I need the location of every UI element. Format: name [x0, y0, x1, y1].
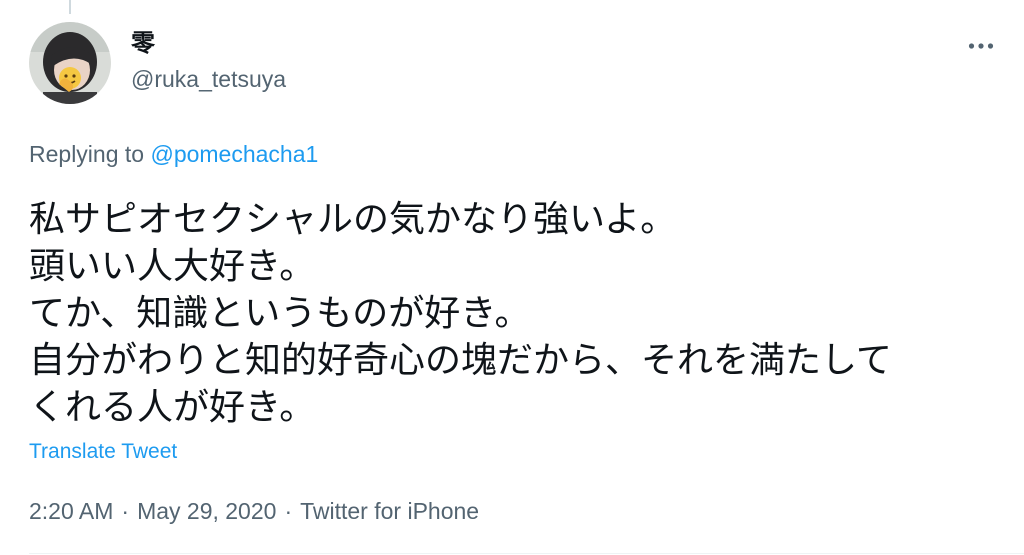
author-handle[interactable]: @ruka_tetsuya [131, 64, 286, 94]
tweet-text-line: 自分がわりと知的好奇心の塊だから、それを満たして [29, 339, 892, 380]
tweet-metadata: 2:20 AM · May 29, 2020 · Twitter for iPhone [29, 496, 479, 526]
avatar-photo-icon [29, 22, 111, 104]
author-display-name[interactable]: 零 [131, 29, 155, 59]
tweet-text-line: くれる人が好き。 [29, 386, 316, 427]
replying-to-mention-link[interactable]: @pomechacha1 [150, 141, 318, 167]
replying-to-line: Replying to @pomechacha1 [29, 139, 318, 169]
tweet-text: 私サピオセクシャルの気かなり強いよ。 頭いい人大好き。 てか、知識というものが好… [29, 195, 1009, 430]
meta-separator: · [121, 498, 130, 524]
author-avatar[interactable] [29, 22, 111, 104]
replying-to-label: Replying to [29, 141, 151, 167]
tweet-source-link[interactable]: Twitter for iPhone [300, 498, 479, 524]
thread-connector-line [69, 0, 71, 14]
more-options-button[interactable] [958, 26, 1004, 66]
meta-separator: · [284, 498, 293, 524]
tweet-text-line: てか、知識というものが好き。 [29, 292, 531, 333]
translate-tweet-link[interactable]: Translate Tweet [29, 438, 177, 466]
tweet-text-line: 私サピオセクシャルの気かなり強いよ。 [29, 198, 677, 239]
tweet-date-link[interactable]: May 29, 2020 [137, 498, 276, 524]
tweet-time-link[interactable]: 2:20 AM [29, 498, 113, 524]
tweet-text-line: 頭いい人大好き。 [29, 245, 316, 286]
bottom-divider [29, 553, 1024, 554]
more-horizontal-icon [968, 43, 994, 49]
